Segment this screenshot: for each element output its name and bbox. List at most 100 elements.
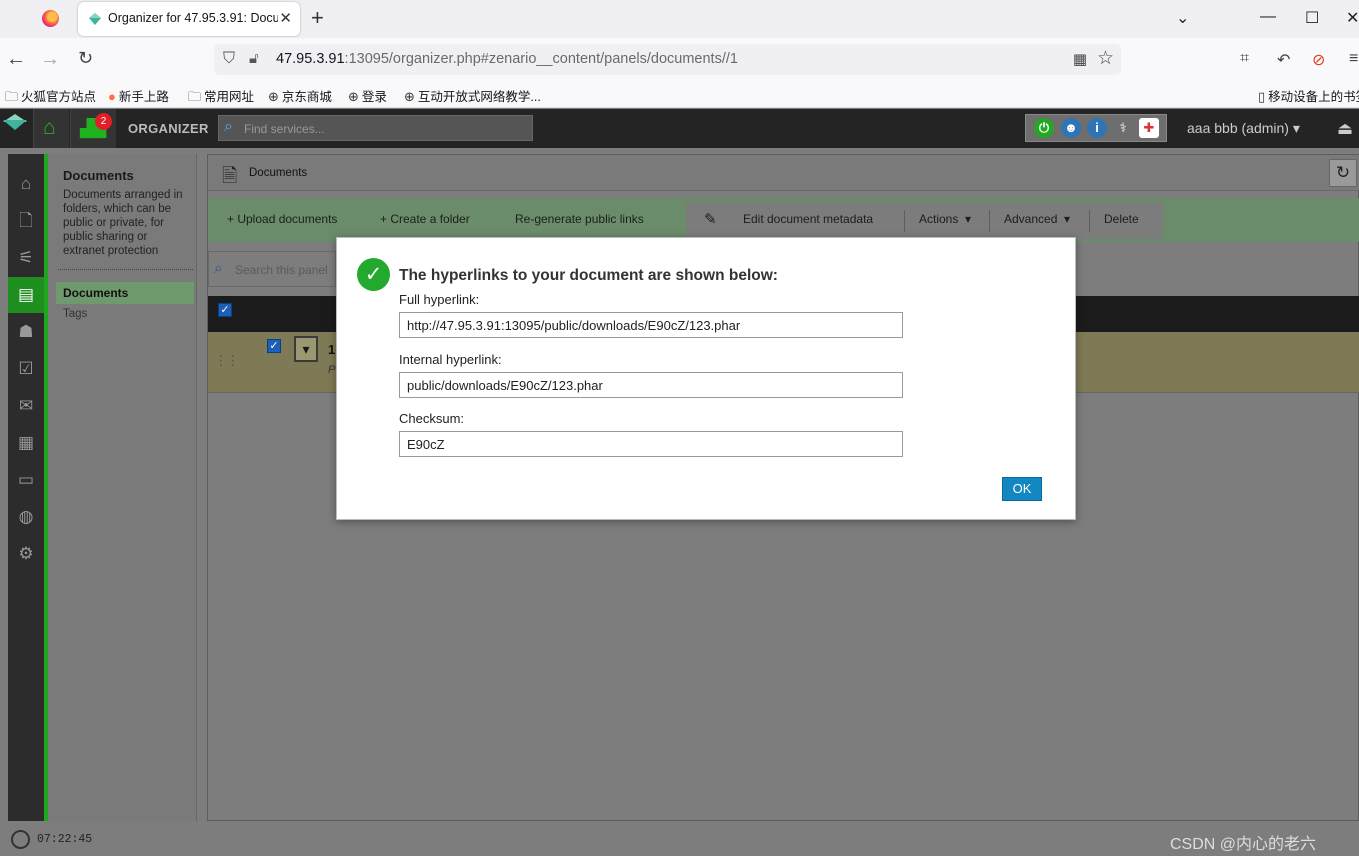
bookmark-item[interactable]: 🗀 火狐官方站点 — [5, 86, 96, 110]
edit-metadata-button[interactable]: Edit document metadata — [743, 212, 873, 226]
insecure-lock-icon[interactable]: 🔓︎ — [249, 50, 259, 67]
stethoscope-icon[interactable]: ⚕ — [1113, 118, 1133, 138]
bookmark-item[interactable]: ⊕ 登录 — [348, 86, 387, 105]
zenario-favicon-icon — [89, 13, 101, 25]
checksum-label: Checksum: — [399, 411, 465, 426]
panel-search[interactable]: ⌕ Search this panel — [208, 251, 336, 287]
home-button[interactable]: ⌂ — [33, 109, 69, 148]
clock-icon — [11, 830, 30, 849]
row-subtitle: P — [328, 364, 336, 376]
nav-tasks-icon[interactable]: ☑ — [8, 351, 44, 387]
drag-handle-icon[interactable]: ⋮⋮ — [214, 352, 240, 369]
item-action-bar: ✎ Edit document metadata Actions ▾ Advan… — [686, 202, 1163, 239]
upload-documents-button[interactable]: + Upload documents — [227, 212, 337, 226]
bookmark-item[interactable]: 🗀 常用网址 — [188, 86, 254, 110]
success-check-icon: ✓ — [357, 258, 390, 291]
power-icon[interactable]: ⏻ — [1034, 118, 1054, 138]
shield-icon[interactable]: ⛉ — [223, 50, 235, 68]
hyperlinks-dialog: ✓ The hyperlinks to your document are sh… — [336, 237, 1076, 520]
sidebar-divider — [58, 269, 193, 270]
organizer-title: ORGANIZER — [128, 121, 209, 136]
nav-pages-icon[interactable]: 🗋︎ — [8, 203, 44, 239]
search-placeholder: Find services... — [244, 122, 325, 136]
checksum-field[interactable] — [399, 431, 903, 457]
blocker-icon[interactable]: ⊘ — [1312, 50, 1325, 70]
sidebar-item-documents[interactable]: Documents — [56, 282, 194, 304]
browser-tab[interactable]: Organizer for 47.95.3.91: Documents ✕ — [78, 2, 300, 36]
minimize-button[interactable]: — — [1260, 8, 1276, 26]
bookmark-item[interactable]: ⊕ 互动开放式网络教学... — [404, 86, 541, 105]
create-folder-button[interactable]: + Create a folder — [380, 212, 470, 226]
maximize-button[interactable]: ☐ — [1305, 8, 1319, 28]
menu-icon[interactable]: ≡ — [1349, 50, 1358, 68]
nav-home-icon[interactable]: ⌂ — [8, 166, 44, 202]
user-menu[interactable]: aaa bbb (admin) ▾ — [1187, 120, 1300, 137]
tab-close-icon[interactable]: ✕ — [279, 9, 292, 27]
nav-calendar-icon[interactable]: ▭ — [8, 462, 44, 498]
reload-icon[interactable]: ↻ — [78, 48, 93, 69]
nav-sitemap-icon[interactable]: ⚟ — [8, 240, 44, 276]
ok-button[interactable]: OK — [1002, 477, 1042, 501]
notification-badge: 2 — [95, 113, 112, 130]
user-support-icon[interactable]: ☻ — [1061, 118, 1081, 138]
nav-languages-icon[interactable]: ◍ — [8, 499, 44, 535]
organizer-top-bar: ⌂ ▟▙ 2 ORGANIZER ⌕ Find services... ⏻ ☻ … — [0, 109, 1359, 148]
folder-icon: 🗀 — [5, 89, 19, 104]
sidebar-item-label: Documents — [63, 286, 129, 300]
search-icon: ⌕ — [214, 260, 223, 277]
status-footer: 07:22:45 CSDN @内心的老六 — [0, 824, 1359, 856]
delete-button[interactable]: Delete — [1104, 212, 1139, 226]
eject-icon[interactable]: ⏏ — [1337, 119, 1353, 139]
tab-list-icon[interactable]: ⌄ — [1176, 8, 1189, 28]
info-icon[interactable]: i — [1087, 118, 1107, 138]
actions-dropdown[interactable]: Actions ▾ — [919, 212, 971, 226]
row-checkbox[interactable]: ✓ — [267, 339, 281, 353]
regenerate-links-button[interactable]: Re-generate public links — [515, 212, 644, 226]
select-all-checkbox[interactable]: ✓ — [218, 303, 232, 317]
pencil-icon: ✎ — [704, 211, 717, 228]
new-tab-button[interactable]: + — [311, 5, 324, 31]
full-hyperlink-field[interactable] — [399, 312, 903, 338]
zenario-logo[interactable] — [0, 109, 32, 148]
screenshot-icon[interactable]: ⌗ — [1240, 50, 1249, 68]
browser-tab-bar: Organizer for 47.95.3.91: Documents ✕ + … — [0, 0, 1359, 38]
mobile-bookmarks[interactable]: ▯ 移动设备上的书签 — [1258, 86, 1359, 105]
refresh-button[interactable]: ↻ — [1329, 159, 1357, 187]
panel-search-placeholder: Search this panel — [235, 263, 328, 277]
nav-email-icon[interactable]: ✉ — [8, 388, 44, 424]
undo-icon[interactable]: ↶ — [1277, 50, 1290, 70]
nav-layouts-icon[interactable]: ▦ — [8, 425, 44, 461]
nav-users-icon[interactable]: ☗ — [8, 314, 44, 350]
bookmark-item[interactable]: ● 新手上路 — [108, 86, 169, 105]
advanced-dropdown[interactable]: Advanced ▾ — [1004, 212, 1070, 226]
find-services-search[interactable]: ⌕ Find services... — [218, 115, 533, 141]
close-window-button[interactable]: ✕ — [1346, 8, 1359, 28]
watermark: CSDN @内心的老六 — [1170, 836, 1317, 853]
bookmarks-bar: 🗀 火狐官方站点 ● 新手上路 🗀 常用网址 ⊕ 京东商城 ⊕ 登录 ⊕ 互动开放式网络教学… — [0, 82, 1359, 108]
lifebuoy-icon[interactable]: ✚ — [1139, 118, 1159, 138]
admin-toolbar: ⏻ ☻ i ⚕ ✚ — [1025, 114, 1167, 142]
breadcrumb-item[interactable]: Documents — [249, 167, 307, 179]
bookmark-star-icon[interactable]: ☆ — [1097, 47, 1114, 70]
internal-hyperlink-field[interactable] — [399, 372, 903, 398]
firefox-icon[interactable] — [42, 10, 59, 27]
breadcrumb: 🗎︎ Documents ↻ — [208, 155, 1359, 191]
qr-code-icon[interactable]: ▦ — [1073, 50, 1087, 68]
sidebar-item-tags[interactable]: Tags — [63, 308, 87, 320]
nav-documents-icon[interactable]: ▤ — [8, 277, 44, 313]
clock-time: 07:22:45 — [37, 833, 93, 846]
internal-hyperlink-label: Internal hyperlink: — [399, 352, 502, 367]
url-bar[interactable]: ⛉ 🔓︎ 47.95.3.91:13095/organizer.php#zena… — [214, 44, 1121, 75]
forward-icon[interactable]: → — [40, 48, 60, 71]
url-text[interactable]: 47.95.3.91:13095/organizer.php#zenario__… — [276, 51, 738, 67]
nav-settings-icon[interactable]: ⚙ — [8, 536, 44, 572]
sidebar-title: Documents — [63, 168, 134, 183]
bookmark-item[interactable]: ⊕ 京东商城 — [268, 86, 332, 105]
firefox-icon: ● — [108, 89, 116, 104]
folder-icon: 🗀 — [188, 89, 202, 104]
back-icon[interactable]: ← — [6, 48, 26, 71]
globe-icon: ⊕ — [268, 89, 279, 104]
full-hyperlink-label: Full hyperlink: — [399, 292, 480, 307]
row-name: 1 — [328, 342, 336, 357]
home-icon: ⌂ — [43, 116, 56, 139]
